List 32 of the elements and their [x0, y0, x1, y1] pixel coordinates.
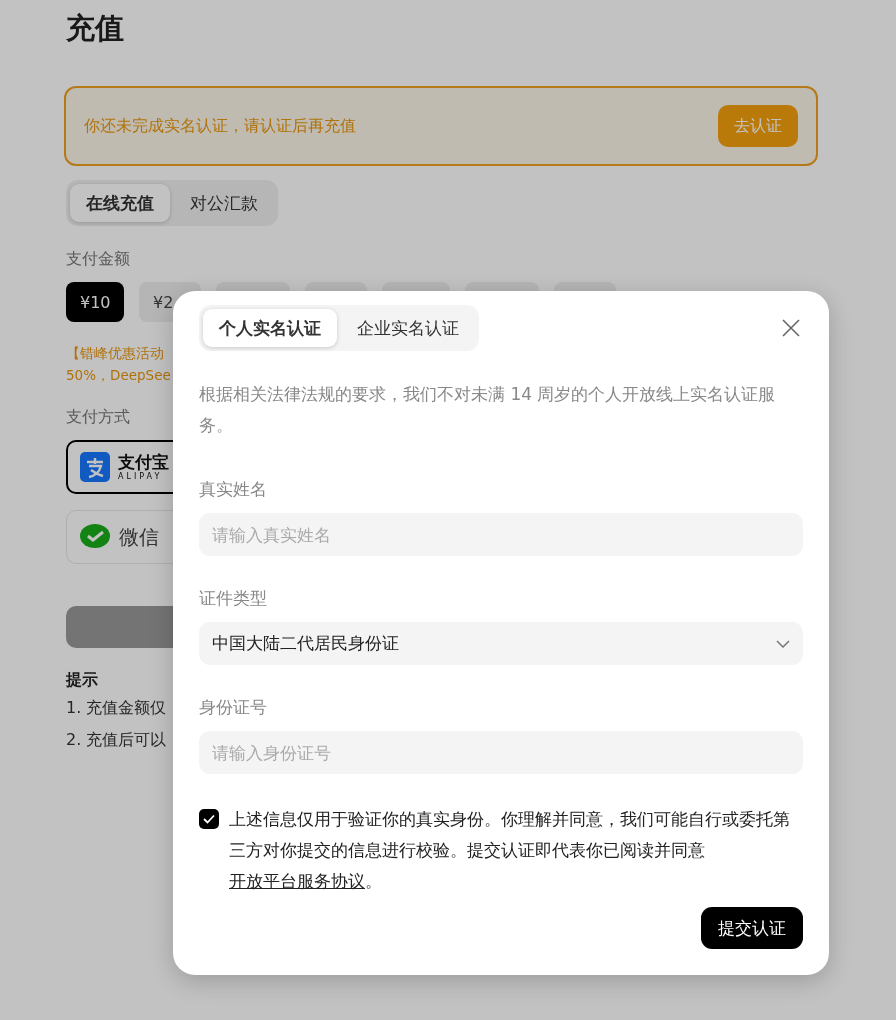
chat-bubble-check-icon [79, 523, 111, 551]
agreement-link[interactable]: 开放平台服务协议 [229, 871, 365, 891]
tip-text: 2. 充值后可以 [66, 729, 167, 751]
field-label: 身份证号 [199, 696, 268, 719]
field-label: 证件类型 [199, 587, 268, 610]
alipay-logo-icon [80, 452, 110, 482]
alipay-sublabel: ALIPAY [118, 472, 164, 481]
tab[interactable]: 对公汇款 [174, 184, 274, 222]
checkbox[interactable] [199, 809, 219, 829]
tab[interactable]: 在线充值 [70, 184, 170, 222]
alipay-name: 支付宝 [118, 453, 169, 471]
checkmark-icon [203, 814, 215, 824]
consent-text: 上述信息仅用于验证你的真实身份。你理解并同意，我们可能自行或委托第三方对你提交的信息进行校验。提交认证即代表你已阅读并同意 开放平台服务协议。 [229, 808, 791, 893]
close-icon[interactable] [781, 318, 801, 338]
wechat-name: 微信 [119, 523, 159, 551]
input-field[interactable]: 请输入真实姓名 [199, 513, 803, 556]
promo-text: 【错峰优惠活动 [66, 344, 165, 363]
section-label: 支付方式 [66, 406, 130, 428]
tip-text: 1. 充值金额仅 [66, 697, 167, 719]
chevron-down-icon [776, 639, 790, 648]
page-title: 充值 [66, 10, 124, 47]
select-field[interactable]: 中国大陆二代居民身份证 [199, 622, 803, 665]
promo-text: 50%，DeepSee [66, 366, 171, 385]
section-label: 支付金额 [66, 248, 130, 270]
tab[interactable]: 个人实名认证 [203, 309, 337, 347]
tab[interactable]: 企业实名认证 [341, 309, 475, 347]
description-text: 根据相关法律法规的要求，我们不对未满 14 周岁的个人开放线上实名认证服务。 [199, 383, 777, 437]
amount-option[interactable]: ¥10 [66, 282, 124, 322]
tips-title: 提示 [66, 669, 98, 691]
input-field[interactable]: 请输入身份证号 [199, 731, 803, 774]
submit-button[interactable]: 提交认证 [701, 907, 803, 949]
alert-message: 你还未完成实名认证，请认证后再充值 [84, 115, 356, 137]
